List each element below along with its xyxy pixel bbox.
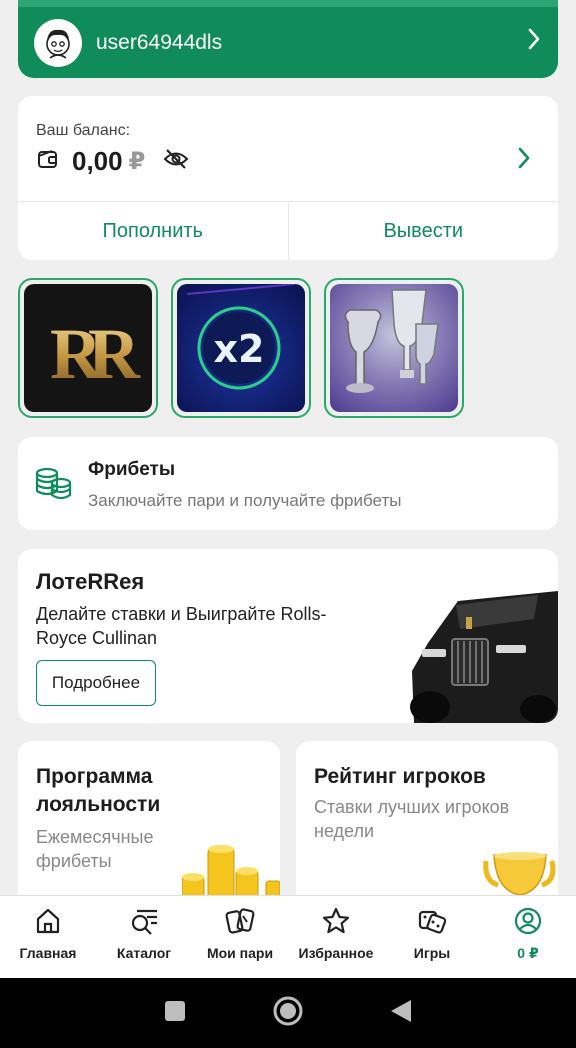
nav-favorites[interactable]: Избранное	[288, 896, 384, 978]
story-x2[interactable]: x2	[171, 278, 311, 418]
lottery-card[interactable]: ЛотеRRея Делайте ставки и Выиграйте Roll…	[18, 549, 558, 723]
trophies-image	[330, 284, 458, 412]
svg-text:RR: RR	[50, 314, 141, 394]
eye-off-icon[interactable]	[163, 148, 189, 175]
rolls-royce-logo: RR	[24, 284, 152, 412]
system-nav-bar	[0, 978, 576, 1048]
wallet-icon	[36, 147, 60, 176]
loyalty-subtitle: Ежемесячные фрибеты	[36, 827, 154, 871]
nav-my-bets-label: Мои пари	[206, 945, 274, 961]
user-name: user64944dls	[96, 30, 223, 54]
nav-catalog-label: Каталог	[116, 945, 172, 961]
x2-badge: x2	[177, 284, 305, 412]
balance-currency: ₽	[128, 148, 146, 175]
nav-games[interactable]: Игры	[384, 896, 480, 978]
freebets-title: Фрибеты	[88, 459, 176, 480]
freebets-card[interactable]: Фрибеты Заключайте пари и получайте фриб…	[18, 437, 558, 530]
balance-chevron-icon[interactable]	[516, 146, 532, 177]
lottery-title: ЛотеRRея	[36, 569, 145, 594]
freebets-subtitle: Заключайте пари и получайте фрибеты	[88, 491, 402, 510]
balance-amount: 0,00	[72, 146, 123, 176]
home-icon	[36, 908, 60, 934]
chevron-right-icon	[526, 27, 542, 58]
avatar-face-icon	[46, 29, 70, 59]
back-icon[interactable]	[389, 998, 413, 1029]
balance-card: Ваш баланс: 0,00 ₽ Пополнить Вывести	[18, 96, 558, 260]
bottom-nav: Главная Каталог Мои пари Избранное Игры …	[0, 895, 576, 978]
star-icon	[322, 907, 350, 934]
nav-my-bets[interactable]: Мои пари	[192, 896, 288, 978]
nav-profile-balance: 0 ₽	[517, 945, 539, 961]
home-circle-icon[interactable]	[272, 995, 304, 1032]
rating-subtitle: Ставки лучших игроков недели	[314, 797, 510, 841]
lottery-more-button[interactable]: Подробнее	[36, 660, 156, 706]
catalog-icon	[131, 909, 157, 935]
coins-icon	[34, 465, 72, 506]
balance-row: 0,00 ₽	[36, 146, 189, 177]
story-rolls-royce[interactable]: RR	[18, 278, 158, 418]
nav-catalog[interactable]: Каталог	[96, 896, 192, 978]
rating-card[interactable]: Рейтинг игроков Ставки лучших игроков не…	[296, 741, 558, 911]
balance-actions: Пополнить Вывести	[18, 201, 558, 260]
nav-games-label: Игры	[413, 945, 451, 961]
story-trophies[interactable]	[324, 278, 464, 418]
profile-icon	[514, 907, 542, 935]
withdraw-button[interactable]: Вывести	[287, 202, 559, 260]
user-card[interactable]: user64944dls	[18, 0, 558, 78]
balance-label: Ваш баланс:	[36, 122, 131, 139]
nav-home-label: Главная	[19, 945, 77, 961]
rating-title: Рейтинг игроков	[314, 765, 486, 788]
car-image	[410, 591, 558, 723]
svg-text:x2: x2	[214, 327, 265, 371]
nav-profile[interactable]: 0 ₽	[480, 896, 576, 978]
lottery-subtitle: Делайте ставки и Выиграйте Rolls-Royce C…	[36, 604, 327, 648]
recents-icon[interactable]	[163, 999, 187, 1028]
deposit-button[interactable]: Пополнить	[18, 202, 288, 260]
nav-favorites-label: Избранное	[298, 945, 374, 961]
nav-home[interactable]: Главная	[0, 896, 96, 978]
loyalty-card[interactable]: Программа лояльности Ежемесячные фрибеты	[18, 741, 280, 911]
my-bets-icon	[225, 908, 255, 934]
avatar	[34, 18, 82, 67]
dice-icon	[418, 910, 447, 934]
loyalty-title: Программа лояльности	[36, 765, 161, 816]
